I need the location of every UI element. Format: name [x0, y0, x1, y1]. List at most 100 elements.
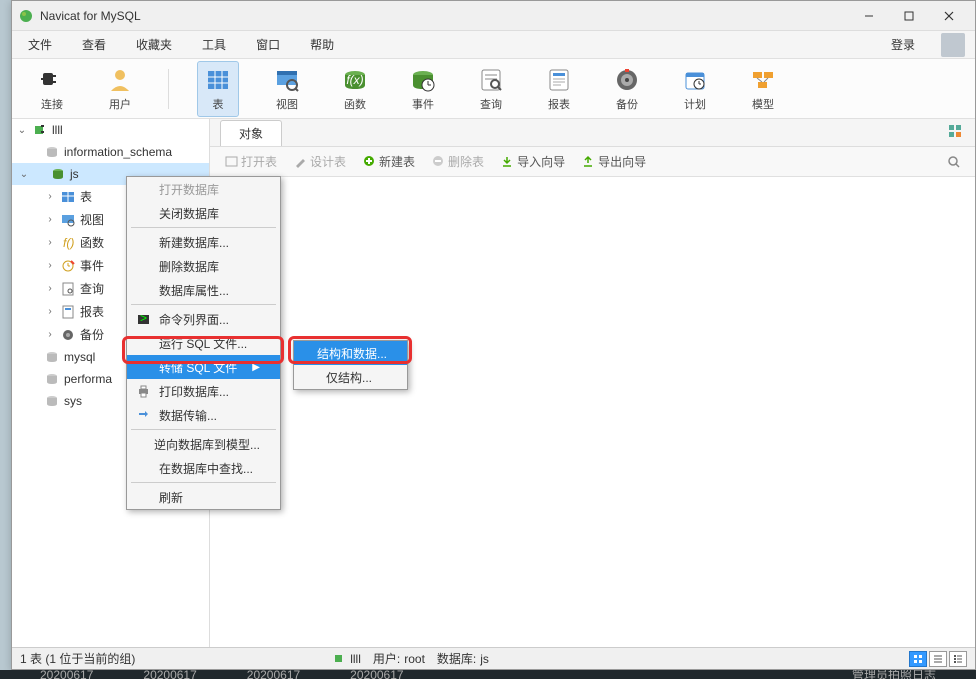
view-switcher — [909, 651, 967, 667]
tool-view[interactable]: 视图 — [267, 61, 307, 117]
desktop-taskbar-strip: 20200617 20200617 20200617 20200617 管理员拍… — [0, 670, 976, 679]
tab-bar: 对象 — [210, 119, 975, 147]
content-blank — [210, 177, 975, 647]
tool-connect[interactable]: 连接 — [32, 62, 72, 116]
expand-icon[interactable]: › — [44, 237, 56, 248]
collapse-icon[interactable]: ⌄ — [16, 125, 28, 136]
ctx-new-db[interactable]: 新建数据库... — [127, 230, 280, 254]
schedule-icon — [681, 66, 709, 94]
query-icon — [477, 66, 505, 94]
app-title: Navicat for MySQL — [40, 9, 849, 23]
tab-objects[interactable]: 对象 — [220, 120, 282, 146]
view-icon — [273, 66, 301, 94]
expand-icon[interactable]: › — [44, 260, 56, 271]
action-design-table[interactable]: 设计表 — [287, 150, 352, 173]
search-icon — [947, 155, 961, 169]
menu-tools[interactable]: 工具 — [196, 32, 232, 57]
view-details-button[interactable] — [949, 651, 967, 667]
view-grid-button[interactable] — [909, 651, 927, 667]
context-menu-db: 打开数据库 关闭数据库 新建数据库... 删除数据库 数据库属性... >命令列… — [126, 176, 281, 510]
svg-text:>: > — [140, 313, 147, 325]
titlebar: Navicat for MySQL — [12, 1, 975, 31]
tree-connection[interactable]: ⌄ llll — [12, 119, 209, 141]
ctx-close-db[interactable]: 关闭数据库 — [127, 201, 280, 225]
ctx-db-props[interactable]: 数据库属性... — [127, 278, 280, 302]
connection-icon — [32, 122, 48, 138]
ctx-sub-structure-only[interactable]: 仅结构... — [294, 365, 407, 389]
database-icon — [44, 371, 60, 387]
connection-icon — [334, 653, 346, 665]
backup-icon — [613, 66, 641, 94]
database-icon — [44, 349, 60, 365]
status-tables: 1 表 (1 位于当前的组) — [20, 650, 135, 667]
expand-icon[interactable]: › — [44, 191, 56, 202]
status-user: 用户: root — [373, 650, 425, 667]
printer-icon — [135, 383, 151, 399]
delete-icon — [431, 155, 445, 169]
tool-model[interactable]: 模型 — [743, 61, 783, 117]
table-icon — [204, 66, 232, 94]
tool-schedule[interactable]: 计划 — [675, 61, 715, 117]
ctx-sub-structure-data[interactable]: 结构和数据... — [294, 341, 407, 365]
tool-backup[interactable]: 备份 — [607, 61, 647, 117]
login-link[interactable]: 登录 — [891, 36, 915, 53]
expand-icon[interactable]: › — [44, 214, 56, 225]
menu-view[interactable]: 查看 — [76, 32, 112, 57]
action-delete-table[interactable]: 删除表 — [425, 150, 490, 173]
ctx-delete-db[interactable]: 删除数据库 — [127, 254, 280, 278]
action-new-table[interactable]: 新建表 — [356, 150, 421, 173]
ctx-open-db[interactable]: 打开数据库 — [127, 177, 280, 201]
expand-icon[interactable]: › — [44, 306, 56, 317]
ctx-refresh[interactable]: 刷新 — [127, 485, 280, 509]
maximize-button[interactable] — [889, 2, 929, 30]
tool-user[interactable]: 用户 — [100, 62, 140, 116]
minimize-button[interactable] — [849, 2, 889, 30]
query-small-icon — [60, 281, 76, 297]
open-table-icon — [224, 155, 238, 169]
menu-window[interactable]: 窗口 — [250, 32, 286, 57]
database-icon — [44, 393, 60, 409]
report-icon — [545, 66, 573, 94]
view-list-button[interactable] — [929, 651, 947, 667]
statusbar: 1 表 (1 位于当前的组) llll 用户: root 数据库: js — [12, 647, 975, 669]
ctx-reverse-model[interactable]: 逆向数据库到模型... — [127, 432, 280, 456]
view-small-icon — [60, 212, 76, 228]
function-icon: f(x) — [341, 66, 369, 94]
report-small-icon — [60, 304, 76, 320]
menu-help[interactable]: 帮助 — [304, 32, 340, 57]
action-import[interactable]: 导入向导 — [494, 150, 571, 173]
tool-query[interactable]: 查询 — [471, 61, 511, 117]
avatar[interactable] — [941, 33, 965, 57]
tool-report[interactable]: 报表 — [539, 61, 579, 117]
close-button[interactable] — [929, 2, 969, 30]
tree-db-info-schema[interactable]: information_schema — [12, 141, 209, 163]
action-open-table[interactable]: 打开表 — [218, 150, 283, 173]
menu-file[interactable]: 文件 — [22, 32, 58, 57]
tool-table[interactable]: 表 — [197, 61, 239, 117]
export-icon — [581, 155, 595, 169]
tool-event[interactable]: 事件 — [403, 61, 443, 117]
ctx-dump-sql[interactable]: 转储 SQL 文件▶ — [127, 355, 280, 379]
tool-function[interactable]: f(x) 函数 — [335, 61, 375, 117]
ctx-data-transfer[interactable]: 数据传输... — [127, 403, 280, 427]
plug-icon — [38, 66, 66, 94]
svg-text:f(): f() — [63, 236, 74, 250]
app-icon — [18, 8, 34, 24]
action-export[interactable]: 导出向导 — [575, 150, 652, 173]
submenu-arrow-icon: ▶ — [252, 362, 260, 373]
separator — [168, 69, 169, 109]
function-small-icon: f() — [60, 235, 76, 251]
database-open-icon — [50, 166, 66, 182]
ctx-print-db[interactable]: 打印数据库... — [127, 379, 280, 403]
tab-options-icon[interactable] — [945, 121, 965, 144]
menu-favorites[interactable]: 收藏夹 — [130, 32, 178, 57]
status-db: 数据库: js — [437, 650, 489, 667]
collapse-icon[interactable]: ⌄ — [18, 169, 30, 180]
action-search[interactable] — [941, 152, 967, 172]
ctx-run-sql[interactable]: 运行 SQL 文件... — [127, 331, 280, 355]
toolbar: 连接 用户 表 视图 f(x) 函数 事件 — [12, 59, 975, 119]
ctx-find-in-db[interactable]: 在数据库中查找... — [127, 456, 280, 480]
ctx-cmd-interface[interactable]: >命令列界面... — [127, 307, 280, 331]
expand-icon[interactable]: › — [44, 329, 56, 340]
expand-icon[interactable]: › — [44, 283, 56, 294]
